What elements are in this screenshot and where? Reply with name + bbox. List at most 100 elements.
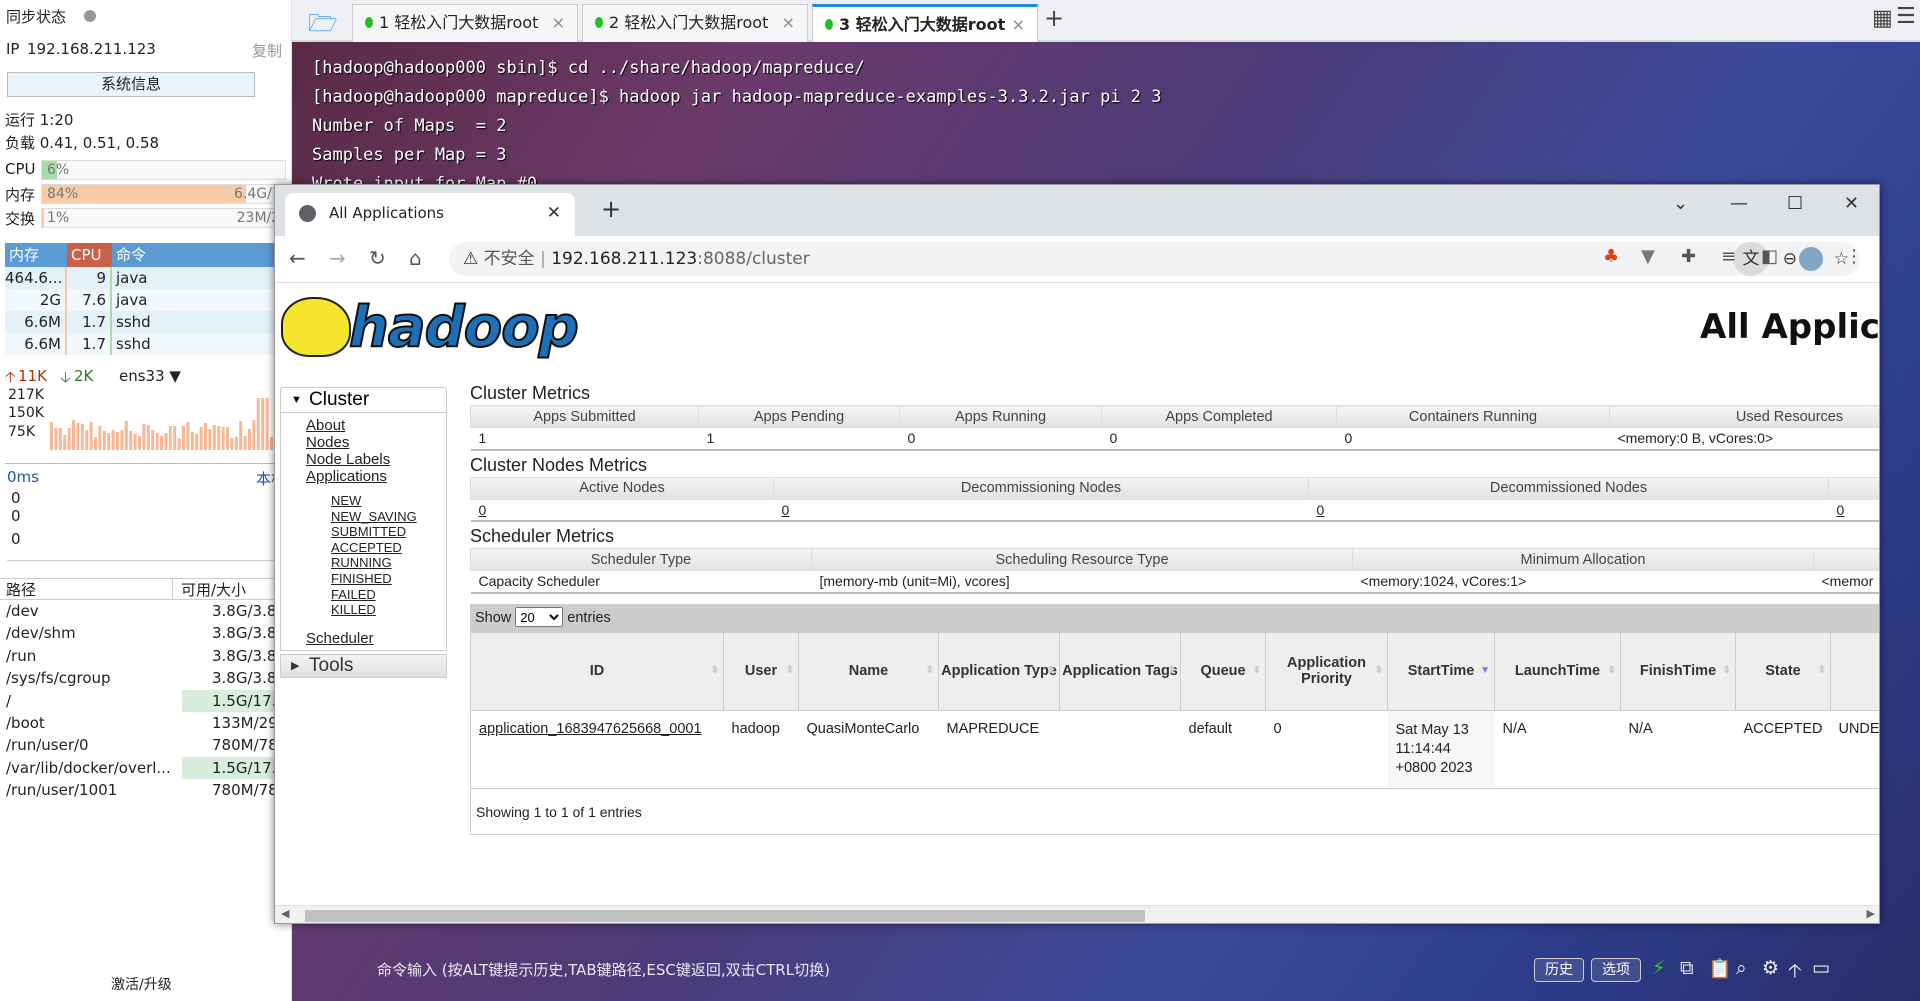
metric-link[interactable]: 0	[1317, 502, 1325, 518]
nav-state-new_saving[interactable]: NEW_SAVING	[281, 509, 446, 525]
process-row[interactable]: 464.6... 9 java	[5, 267, 292, 289]
extensions-puzzle-icon[interactable]: ✚	[1681, 246, 1696, 267]
nav-state-killed[interactable]: KILLED	[281, 602, 446, 618]
menu-icon[interactable]: ☰	[1896, 4, 1916, 29]
extension-icon[interactable]: ♣	[1603, 246, 1619, 267]
terminal-tab-3[interactable]: 3 轻松入门大数据root ×	[812, 4, 1038, 42]
process-row[interactable]: 2G 7.6 java	[5, 289, 292, 311]
new-tab-plus-icon[interactable]: +	[1044, 4, 1064, 32]
close-tab-icon[interactable]: ×	[552, 5, 565, 41]
nav-state-new[interactable]: NEW	[281, 493, 446, 509]
lightning-icon[interactable]: ⚡	[1652, 957, 1665, 979]
terminal-tab-1[interactable]: 1 轻松入门大数据root ×	[352, 4, 578, 42]
proc-header-mem[interactable]: 内存	[5, 243, 67, 267]
entries-per-page-select[interactable]: 20	[515, 607, 564, 627]
metric-header	[1813, 548, 1879, 571]
reading-list-icon[interactable]: ≡	[1721, 246, 1736, 267]
nav-state-accepted[interactable]: ACCEPTED	[281, 540, 446, 556]
gear-icon[interactable]: ⚙	[1762, 957, 1779, 979]
browser-tab-all-applications[interactable]: All Applications ✕	[285, 193, 575, 236]
column-header[interactable]: ID ⬍	[470, 631, 724, 711]
column-header[interactable]: Final	[1829, 631, 1879, 711]
vue-extension-icon[interactable]: ▼	[1641, 246, 1655, 267]
tools-section-header[interactable]: ▶ Tools	[280, 654, 447, 678]
traffic-bar	[252, 420, 256, 450]
tab-search-chevron-icon[interactable]: ⌄	[1673, 193, 1688, 214]
horizontal-scrollbar[interactable]: ◀ ▶	[275, 905, 1879, 923]
nav-about[interactable]: About	[281, 417, 446, 434]
close-tab-icon[interactable]: ✕	[547, 193, 561, 233]
column-header[interactable]: FinishTime ⬍	[1620, 631, 1736, 711]
arrow-up-icon[interactable]: 🡡	[1788, 957, 1802, 989]
activate-upgrade-link[interactable]: 激活/升级	[111, 974, 172, 994]
copy-icon[interactable]: ⧉	[1680, 957, 1694, 979]
paste-icon[interactable]: 📋	[1708, 957, 1732, 980]
column-header[interactable]: Name ⬍	[798, 631, 939, 711]
disk-header-path[interactable]: 路径	[0, 579, 172, 599]
nav-state-running[interactable]: RUNNING	[281, 555, 446, 571]
column-header[interactable]: Queue ⬍	[1180, 631, 1266, 711]
copy-ip-button[interactable]: 复制	[252, 40, 282, 61]
system-info-button[interactable]: 系统信息	[7, 72, 255, 97]
process-row[interactable]: 6.6M 1.7 sshd	[5, 311, 292, 333]
traffic-bar	[133, 434, 137, 450]
net-tick: 150K	[8, 405, 44, 421]
side-panel-icon[interactable]: ◧	[1761, 246, 1778, 267]
metric-header: Apps Completed	[1101, 405, 1337, 428]
column-header[interactable]: Application Type ⬍	[938, 631, 1060, 711]
interface-select[interactable]: ens33 ▼	[119, 367, 181, 385]
metric-value: 0	[1308, 499, 1829, 522]
application-id-link[interactable]: application_1683947625668_0001	[479, 721, 702, 737]
traffic-bar	[270, 437, 273, 450]
nav-applications[interactable]: Applications	[281, 468, 446, 485]
proc-header-cmd[interactable]: 命令	[112, 243, 146, 267]
nav-state-submitted[interactable]: SUBMITTED	[281, 524, 446, 540]
process-row[interactable]: 6.6M 1.7 sshd	[5, 333, 292, 355]
scrollbar-thumb[interactable]	[305, 910, 1145, 922]
latency-value: 0	[11, 507, 21, 525]
cluster-section-header[interactable]: ▼ Cluster	[280, 387, 447, 413]
proc-header-cpu[interactable]: CPU	[67, 243, 112, 267]
forward-icon[interactable]: →	[329, 246, 346, 270]
maximize-button[interactable]: ☐	[1787, 193, 1803, 214]
column-header[interactable]: Application Tags ⬍	[1059, 631, 1181, 711]
scroll-right-icon[interactable]: ▶	[1867, 907, 1875, 920]
close-tab-icon[interactable]: ×	[1012, 7, 1025, 43]
folder-icon[interactable]: 🗁	[308, 6, 338, 47]
history-button[interactable]: 历史	[1534, 958, 1584, 982]
nav-state-failed[interactable]: FAILED	[281, 587, 446, 603]
command-input-hint[interactable]: 命令输入 (按ALT键提示历史,TAB键路径,ESC键返回,双击CTRL切换)	[377, 959, 830, 980]
disk-row: /1.5G/17.7G	[0, 689, 298, 712]
back-icon[interactable]: ←	[289, 246, 306, 270]
layout-grid-icon[interactable]: ▦	[1872, 6, 1893, 31]
scroll-left-icon[interactable]: ◀	[281, 907, 289, 920]
close-tab-icon[interactable]: ×	[782, 5, 795, 41]
close-window-button[interactable]: ✕	[1844, 193, 1859, 214]
nav-node-labels[interactable]: Node Labels	[281, 451, 446, 468]
column-header[interactable]: User ⬍	[723, 631, 799, 711]
command-input-bar[interactable]: 命令输入 (按ALT键提示历史,TAB键路径,ESC键返回,双击CTRL切换) …	[292, 949, 1920, 993]
more-menu-icon[interactable]: ⋮	[1845, 246, 1863, 267]
column-header[interactable]: State ⬍	[1735, 631, 1831, 711]
metric-link[interactable]: 0	[782, 502, 790, 518]
reload-icon[interactable]: ↻	[369, 246, 386, 270]
column-header[interactable]: Application Priority ⬍	[1265, 631, 1388, 711]
zoom-icon[interactable]: ⊖	[1783, 242, 1797, 276]
options-button[interactable]: 选项	[1591, 958, 1641, 982]
home-icon[interactable]: ⌂	[409, 246, 422, 270]
nav-state-finished[interactable]: FINISHED	[281, 571, 446, 587]
search-icon[interactable]: ⌕	[1736, 957, 1747, 979]
nav-scheduler[interactable]: Scheduler	[281, 630, 446, 647]
column-header[interactable]: StartTime ▼	[1387, 631, 1495, 711]
new-tab-button[interactable]: +	[601, 195, 621, 223]
window-icon[interactable]: ▭	[1812, 957, 1830, 979]
metric-link[interactable]: 0	[479, 502, 487, 518]
traffic-bar	[248, 429, 251, 450]
minimize-button[interactable]: —	[1730, 193, 1748, 214]
sort-icon: ⬍	[1817, 664, 1826, 676]
terminal-tab-2[interactable]: 2 轻松入门大数据root ×	[582, 4, 808, 42]
nav-nodes[interactable]: Nodes	[281, 434, 446, 451]
metric-link[interactable]: 0	[1837, 502, 1845, 518]
profile-avatar[interactable]	[1799, 247, 1823, 271]
column-header[interactable]: LaunchTime ⬍	[1494, 631, 1621, 711]
